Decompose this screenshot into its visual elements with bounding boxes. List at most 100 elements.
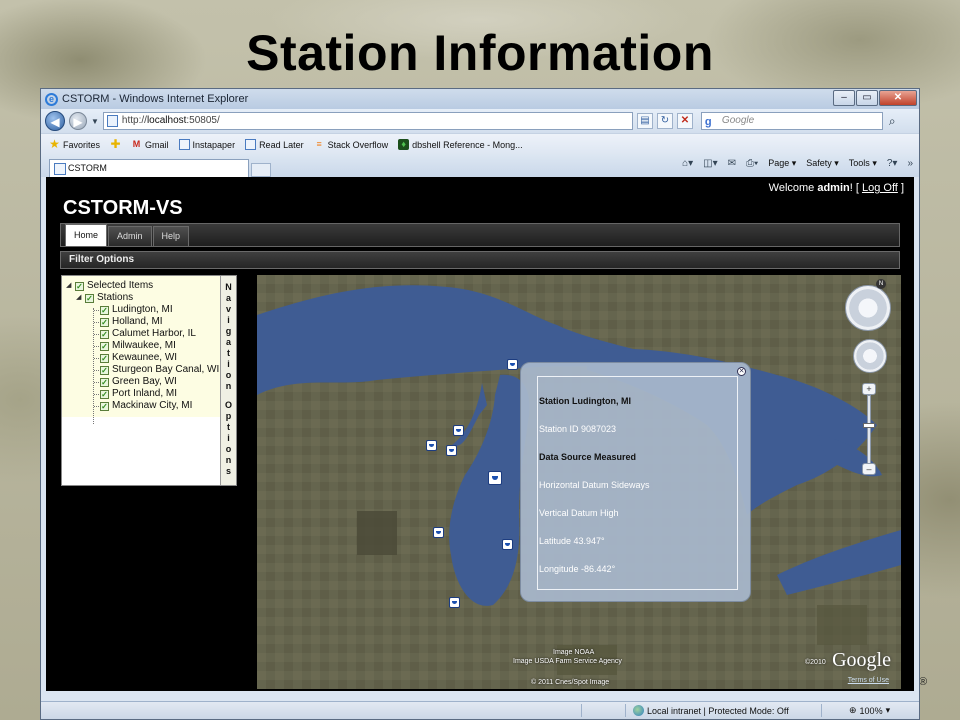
zoom-out-button[interactable]: – (862, 463, 876, 475)
station-marker[interactable] (449, 597, 460, 608)
zoom-in-button[interactable]: + (862, 383, 876, 395)
checkbox[interactable]: ✓ (100, 329, 109, 339)
station-marker[interactable] (502, 539, 513, 550)
tree-node-station[interactable]: ✓ Calumet Harbor, IL (66, 328, 219, 340)
tab-home[interactable]: Home (65, 224, 108, 246)
zoom-slider[interactable]: + – (862, 383, 876, 475)
close-icon[interactable]: ✕ (737, 367, 746, 376)
filter-options-bar[interactable]: Filter Options (60, 251, 900, 269)
look-control[interactable] (845, 285, 891, 331)
checkbox[interactable]: ✓ (100, 353, 109, 363)
maximize-button[interactable]: ▭ (856, 90, 878, 106)
station-marker[interactable] (453, 425, 464, 436)
search-icon[interactable]: ⌕ (889, 114, 896, 129)
checkbox[interactable]: ✓ (75, 281, 84, 291)
print-icon[interactable]: ⎙▾ (746, 158, 758, 169)
status-bar: Local intranet | Protected Mode: Off ⊕ 1… (41, 701, 919, 719)
station-marker[interactable] (426, 440, 437, 451)
registered-mark: ® (919, 676, 928, 688)
page-icon (245, 139, 257, 150)
checkbox[interactable]: ✓ (100, 377, 109, 387)
close-window-button[interactable]: ✕ (879, 90, 917, 106)
checkbox[interactable]: ✓ (100, 389, 109, 399)
tree-node-station[interactable]: ✓ Mackinaw City, MI (66, 400, 219, 412)
command-bar: ⌂▾ ◫▾ ✉ ⎙▾ Page ▾ Safety ▾ Tools ▾ ?▾ » (682, 158, 913, 169)
station-marker[interactable] (507, 359, 518, 370)
tree-node-station[interactable]: ✓ Green Bay, WI (66, 376, 219, 388)
navigation-options-toggle[interactable]: NavigationOptions (220, 276, 236, 485)
map-credit: © 2011 Cnes/Spot Image (531, 679, 610, 686)
collapse-icon[interactable]: ◢ (76, 292, 85, 304)
balloon-title: Station Ludington, MI (539, 396, 631, 406)
tab-cstorm[interactable]: CSTORM (49, 159, 249, 177)
map-view[interactable]: ✕ Station Ludington, MI Station ID 90870… (257, 275, 901, 689)
compatibility-icon[interactable]: ▤ (636, 113, 653, 129)
home-icon[interactable]: ⌂▾ (682, 158, 693, 169)
browser-window: e CSTORM - Windows Internet Explorer – ▭… (40, 88, 920, 720)
search-input[interactable]: g Google (700, 112, 883, 130)
terms-of-use-link[interactable]: Terms of Use (848, 677, 889, 684)
window-title: CSTORM - Windows Internet Explorer (62, 93, 249, 105)
page-icon (178, 139, 190, 150)
tree-node-station[interactable]: ✓ Holland, MI (66, 316, 219, 328)
station-marker[interactable] (433, 527, 444, 538)
fav-read-later[interactable]: Read Later (245, 139, 304, 150)
station-marker[interactable] (446, 445, 457, 456)
fav-gmail[interactable]: M Gmail (131, 139, 169, 150)
tree-node-station[interactable]: ✓ Port Inland, MI (66, 388, 219, 400)
page-content: Welcome admin! [ Log Off ] CSTORM-VS Hom… (46, 177, 914, 691)
stop-icon[interactable]: ✕ (676, 113, 693, 129)
tree-node-station[interactable]: ✓ Ludington, MI (66, 304, 219, 316)
fav-stack-overflow[interactable]: ≡ Stack Overflow (314, 139, 388, 150)
checkbox[interactable]: ✓ (100, 365, 109, 375)
compass-north-icon[interactable]: N (876, 279, 886, 289)
minimize-button[interactable]: – (833, 90, 855, 106)
tree-node-station[interactable]: ✓ Milwaukee, MI (66, 340, 219, 352)
page-menu[interactable]: Page ▾ (768, 158, 796, 169)
checkbox[interactable]: ✓ (100, 341, 109, 351)
security-zone[interactable]: Local intranet | Protected Mode: Off (633, 705, 789, 716)
google-logo: Google (832, 649, 891, 671)
tree-node-station[interactable]: ✓ Kewaunee, WI (66, 352, 219, 364)
refresh-icon[interactable]: ↻ (656, 113, 673, 129)
forward-button[interactable]: ▶ (69, 112, 87, 130)
chevron-down-icon: ▾ (885, 705, 891, 715)
balloon-station-id: Station ID 9087023 (539, 424, 617, 434)
tools-menu[interactable]: Tools ▾ (849, 158, 877, 169)
feeds-icon[interactable]: ◫▾ (703, 158, 717, 169)
map-year: ©2010 (805, 659, 826, 666)
zoom-level[interactable]: ⊕ 100% ▾ (849, 705, 890, 716)
window-controls: – ▭ ✕ (833, 90, 917, 106)
fav-instapaper[interactable]: Instapaper (178, 139, 235, 150)
zoom-handle[interactable] (863, 423, 875, 428)
safety-menu[interactable]: Safety ▾ (806, 158, 839, 169)
google-search-icon: g (704, 116, 712, 128)
move-hand-control[interactable] (853, 339, 887, 373)
tab-admin[interactable]: Admin (108, 226, 152, 246)
star-icon: ★ (49, 137, 60, 151)
map-credit: Image NOAA (553, 649, 595, 656)
overflow-chevron-icon[interactable]: » (907, 158, 913, 169)
collapse-icon[interactable]: ◢ (66, 280, 75, 292)
history-dropdown-icon[interactable]: ▼ (91, 117, 99, 126)
mail-icon[interactable]: ✉ (728, 158, 736, 169)
checkbox[interactable]: ✓ (100, 401, 109, 411)
back-button[interactable]: ◀ (45, 111, 65, 131)
fav-dbshell[interactable]: ♦ dbshell Reference - Mong... (398, 139, 523, 150)
checkbox[interactable]: ✓ (100, 317, 109, 327)
new-tab-button[interactable] (251, 163, 271, 177)
checkbox[interactable]: ✓ (85, 293, 94, 303)
favorites-button[interactable]: ★ Favorites (49, 137, 100, 151)
tab-help[interactable]: Help (152, 226, 190, 246)
add-favorite-icon[interactable]: ✚ (110, 138, 121, 150)
tree-node-station[interactable]: ✓ Sturgeon Bay Canal, WI (66, 364, 219, 376)
station-marker-ludington[interactable] (488, 471, 502, 485)
tree-node-selected-items[interactable]: ◢ ✓ Selected Items (66, 280, 219, 292)
url-input[interactable]: http://localhost:50805/ (102, 112, 633, 130)
tab-bar: CSTORM ⌂▾ ◫▾ ✉ ⎙▾ Page ▾ Safety ▾ Tools … (41, 155, 919, 177)
help-icon[interactable]: ?▾ (887, 158, 898, 169)
checkbox[interactable]: ✓ (100, 305, 109, 315)
logoff-link[interactable]: Log Off (862, 182, 898, 194)
tree-node-stations[interactable]: ◢ ✓ Stations (66, 292, 219, 304)
balloon-horizontal-datum: Horizontal Datum Sideways (539, 480, 650, 490)
